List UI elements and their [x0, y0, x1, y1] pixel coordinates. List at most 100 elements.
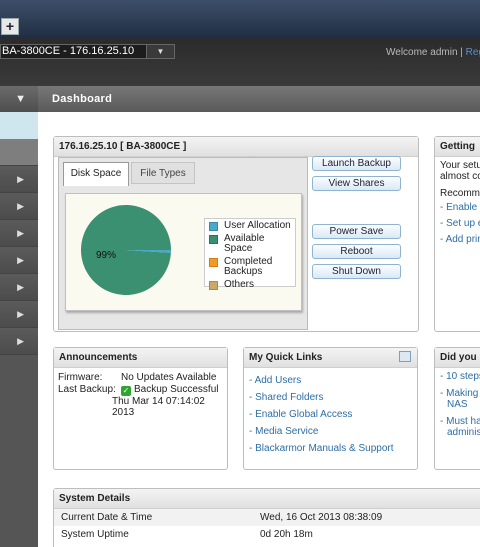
did-you-know-link[interactable]: Making t	[446, 388, 480, 399]
pie-percent-label: 99%	[96, 250, 116, 261]
device-selector-value: BA-3800CE - 176.16.25.10	[2, 45, 135, 57]
getting-started-link[interactable]: Add prin	[446, 234, 480, 245]
chevron-right-icon: ▶	[17, 201, 24, 211]
quick-link-item[interactable]: - Media Service	[249, 423, 412, 440]
disk-tabs: Disk Space File Types 99% User Allocatio…	[58, 157, 308, 330]
getting-started-text: almost co	[440, 171, 480, 182]
chevron-right-icon: ▶	[17, 174, 24, 184]
sidebar-item-5[interactable]: ▶	[0, 274, 38, 301]
device-selector[interactable]: BA-3800CE - 176.16.25.10 ▼	[0, 44, 175, 59]
sidebar-item-7[interactable]: ▶	[0, 328, 38, 355]
legend-swatch	[209, 235, 218, 244]
legend-swatch	[209, 281, 218, 290]
did-you-know-link[interactable]: NAS	[447, 399, 468, 410]
system-details-panel: System Details Current Date & Time Wed, …	[53, 488, 480, 547]
legend-swatch	[209, 222, 218, 231]
firmware-value: No Updates Available	[121, 372, 217, 383]
chevron-right-icon: ▶	[17, 282, 24, 292]
quick-link-item[interactable]: - Enable Global Access	[249, 406, 412, 423]
new-tab-button[interactable]: +	[1, 18, 19, 35]
chart-legend: User Allocation Available Space Complete…	[204, 218, 296, 290]
sidebar-item-6[interactable]: ▶	[0, 301, 38, 328]
legend-item: Others	[209, 280, 295, 290]
sidebar-item-1[interactable]: ▶	[0, 166, 38, 193]
did-you-know-panel: Did you - 10 steps - Making t NAS - Must…	[434, 347, 480, 470]
chevron-right-icon: ▶	[17, 228, 24, 238]
chevron-right-icon: ▶	[17, 309, 24, 319]
chevron-right-icon: ▶	[17, 255, 24, 265]
getting-started-link[interactable]: Set up e	[446, 218, 480, 229]
quick-link-item[interactable]: - Shared Folders	[249, 389, 412, 406]
system-detail-value: 0d 20h 18m	[260, 529, 313, 540]
view-shares-button[interactable]: View Shares	[312, 176, 401, 191]
did-you-know-link[interactable]: administ	[447, 427, 480, 438]
system-details-title: System Details	[54, 489, 480, 509]
sidebar-item-2[interactable]: ▶	[0, 193, 38, 220]
getting-started-link[interactable]: Enable p	[446, 202, 480, 213]
quick-links-panel: My Quick Links - Add Users - Shared Fold…	[243, 347, 418, 470]
sidebar: ▼ ▶ ▶ ▶ ▶ ▶ ▶ ▶	[0, 86, 38, 547]
legend-label: Completed Backups	[224, 256, 273, 277]
legend-label: Others	[224, 279, 255, 290]
legend-item: Available Space	[209, 234, 295, 254]
announcements-title: Announcements	[54, 348, 227, 368]
app-header: BA-3800CE - 176.16.25.10 ▼ Welcome admin…	[0, 38, 480, 86]
last-backup-status: Backup Successful	[134, 384, 219, 395]
register-link[interactable]: Reg	[466, 47, 480, 58]
page-title: Dashboard	[38, 86, 480, 112]
getting-started-panel: Getting Your setu almost co Recomm - Ena…	[434, 136, 480, 332]
quick-links-title: My Quick Links	[244, 348, 417, 368]
announcements-panel: Announcements Firmware: No Updates Avail…	[53, 347, 228, 470]
welcome-text: Welcome admin | Reg	[386, 47, 480, 58]
device-panel-title: 176.16.25.10 [ BA-3800CE ]	[54, 137, 418, 157]
dashboard-content: 176.16.25.10 [ BA-3800CE ] Disk Space Fi…	[38, 112, 480, 547]
did-you-know-title: Did you	[435, 348, 480, 368]
quick-link-item[interactable]: - Add Users	[249, 372, 412, 389]
disk-chart: 99% User Allocation Available Space Comp…	[65, 193, 302, 311]
quick-link-label[interactable]: Blackarmor Manuals & Support	[255, 443, 393, 454]
sidebar-item-4[interactable]: ▶	[0, 247, 38, 274]
device-panel: 176.16.25.10 [ BA-3800CE ] Disk Space Fi…	[53, 136, 419, 332]
system-detail-value: Wed, 16 Oct 2013 08:38:09	[260, 512, 383, 523]
reboot-button[interactable]: Reboot	[312, 244, 401, 259]
power-save-button[interactable]: Power Save	[312, 224, 401, 239]
quick-link-label[interactable]: Media Service	[255, 426, 318, 437]
shut-down-button[interactable]: Shut Down	[312, 264, 401, 279]
last-backup-label: Last Backup:	[58, 384, 116, 395]
table-row: Current Date & Time Wed, 16 Oct 2013 08:…	[54, 509, 480, 526]
edit-icon[interactable]	[399, 351, 411, 362]
welcome-label: Welcome admin |	[386, 47, 463, 58]
chevron-right-icon: ▶	[17, 336, 24, 346]
system-detail-key: System Uptime	[61, 529, 129, 540]
sidebar-item-blank	[0, 139, 38, 166]
browser-tab-strip: +	[0, 0, 480, 38]
tab-disk-space[interactable]: Disk Space	[63, 162, 129, 186]
legend-label: Available Space	[224, 233, 265, 254]
legend-item: Completed Backups	[209, 257, 295, 277]
sidebar-item-3[interactable]: ▶	[0, 220, 38, 247]
last-backup-date: Thu Mar 14 07:14:02 2013	[112, 396, 205, 418]
sidebar-item-dashboard[interactable]	[0, 112, 38, 139]
tab-file-types[interactable]: File Types	[131, 162, 195, 184]
chevron-down-icon[interactable]: ▼	[146, 45, 174, 58]
getting-started-text: Your setu	[440, 160, 480, 171]
launch-backup-button[interactable]: Launch Backup	[312, 156, 401, 171]
getting-started-title: Getting	[435, 137, 480, 157]
check-icon: ✓	[121, 386, 131, 396]
sidebar-collapse-icon[interactable]: ▼	[0, 86, 38, 112]
pie-slice	[81, 204, 171, 295]
pie-chart: 99%	[81, 204, 171, 295]
quick-link-label[interactable]: Shared Folders	[255, 392, 323, 403]
did-you-know-link[interactable]: Must ha	[446, 416, 480, 427]
firmware-label: Firmware:	[58, 372, 103, 383]
quick-link-label[interactable]: Add Users	[255, 375, 302, 386]
quick-link-label[interactable]: Enable Global Access	[255, 409, 352, 420]
did-you-know-link[interactable]: 10 steps	[446, 371, 480, 382]
legend-swatch	[209, 258, 218, 267]
getting-started-text: Recomm	[440, 188, 480, 199]
legend-item: User Allocation	[209, 221, 295, 231]
legend-label: User Allocation	[224, 220, 291, 231]
system-detail-key: Current Date & Time	[61, 512, 153, 523]
table-row: System Uptime 0d 20h 18m	[54, 526, 480, 543]
quick-link-item[interactable]: - Blackarmor Manuals & Support	[249, 440, 412, 457]
